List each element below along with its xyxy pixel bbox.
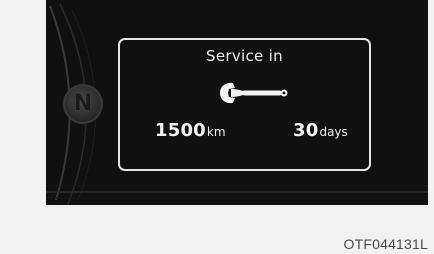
service-title: Service in [206, 47, 283, 65]
service-distance-readout: 1500km [155, 120, 226, 141]
service-days-readout: 30days [293, 120, 348, 141]
gear-indicator-letter: N [73, 91, 93, 116]
service-distance-value: 1500 [155, 120, 206, 141]
instrument-cluster-display: N Service in 1500km 30days [46, 0, 428, 205]
wrench-icon [220, 82, 288, 104]
service-reminder-panel: Service in 1500km 30days [118, 38, 371, 171]
figure-code: OTF044131L [343, 236, 428, 252]
gear-indicator: N [63, 84, 103, 124]
service-days-value: 30 [293, 120, 319, 141]
service-days-unit: days [319, 125, 348, 139]
service-distance-unit: km [206, 125, 226, 139]
